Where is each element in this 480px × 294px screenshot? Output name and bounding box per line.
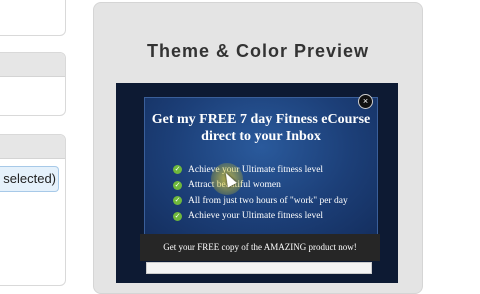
cta-bar: Get your FREE copy of the AMAZING produc… — [140, 234, 380, 261]
settings-panel-bottom-header — [0, 135, 65, 159]
settings-panel-bottom — [0, 134, 66, 286]
settings-panel-middle — [0, 52, 66, 116]
check-icon: ✓ — [173, 211, 182, 221]
settings-panel-middle-header — [0, 53, 65, 77]
check-icon: ✓ — [173, 180, 182, 190]
benefit-text: Achieve your Ultimate fitness level — [188, 164, 324, 175]
benefit-text: All from just two hours of "work" per da… — [188, 195, 348, 206]
check-icon: ✓ — [173, 165, 182, 175]
benefit-text: Achieve your Ultimate fitness level — [188, 211, 324, 222]
optin-box: × Get my FREE 7 day Fitness eCourse dire… — [144, 94, 378, 239]
close-icon[interactable]: × — [358, 94, 373, 109]
selected-option-pill[interactable]: selected) — [0, 166, 59, 192]
settings-panel-top — [0, 0, 66, 36]
benefit-list: ✓ Achieve your Ultimate fitness level ✓ At… — [173, 162, 348, 224]
email-input[interactable] — [146, 262, 372, 274]
optin-headline: Get my FREE 7 day Fitness eCourse direct… — [151, 112, 371, 144]
benefit-item: ✓ Achieve your Ultimate fitness level — [173, 162, 348, 178]
preview-title: Theme & Color Preview — [146, 41, 370, 61]
benefit-item: ✓ Achieve your Ultimate fitness level — [173, 209, 348, 225]
benefit-item: ✓ All from just two hours of "work" per d… — [173, 193, 348, 209]
check-icon: ✓ — [173, 196, 182, 206]
benefit-item: ✓Attract beautiful women — [173, 178, 348, 194]
